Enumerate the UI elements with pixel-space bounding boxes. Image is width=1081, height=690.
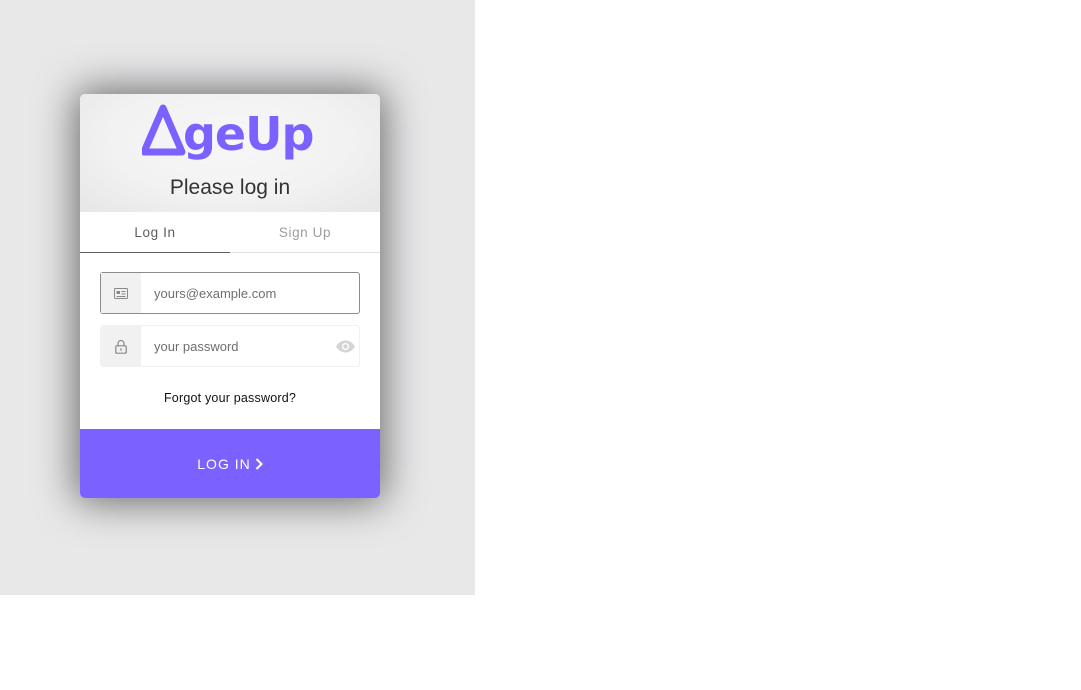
password-input[interactable] (141, 326, 332, 366)
login-card: geUp Please log in Log In Sign Up yours@… (80, 94, 380, 498)
password-field (100, 325, 360, 367)
tab-sign-up[interactable]: Sign Up (230, 212, 380, 252)
log-in-button-label: LOG IN (197, 455, 251, 472)
brand-logo: geUp (142, 104, 320, 162)
page-title: Please log in (169, 176, 291, 199)
login-header: geUp Please log in (80, 94, 380, 212)
show-password-eye-icon[interactable] (332, 326, 359, 366)
tab-log-in[interactable]: Log In (80, 212, 230, 253)
auth-tabs: Log In Sign Up (80, 212, 380, 253)
log-in-button[interactable]: LOG IN (80, 429, 380, 498)
email-input[interactable] (141, 273, 359, 313)
email-field (100, 272, 360, 314)
lock-icon (101, 326, 141, 366)
forgot-password-link[interactable]: Forgot your password? (100, 391, 360, 405)
id-card-icon (101, 273, 141, 313)
chevron-right-icon (255, 457, 263, 470)
login-form: Forgot your password? (80, 272, 380, 405)
svg-text:geUp: geUp (183, 107, 313, 161)
